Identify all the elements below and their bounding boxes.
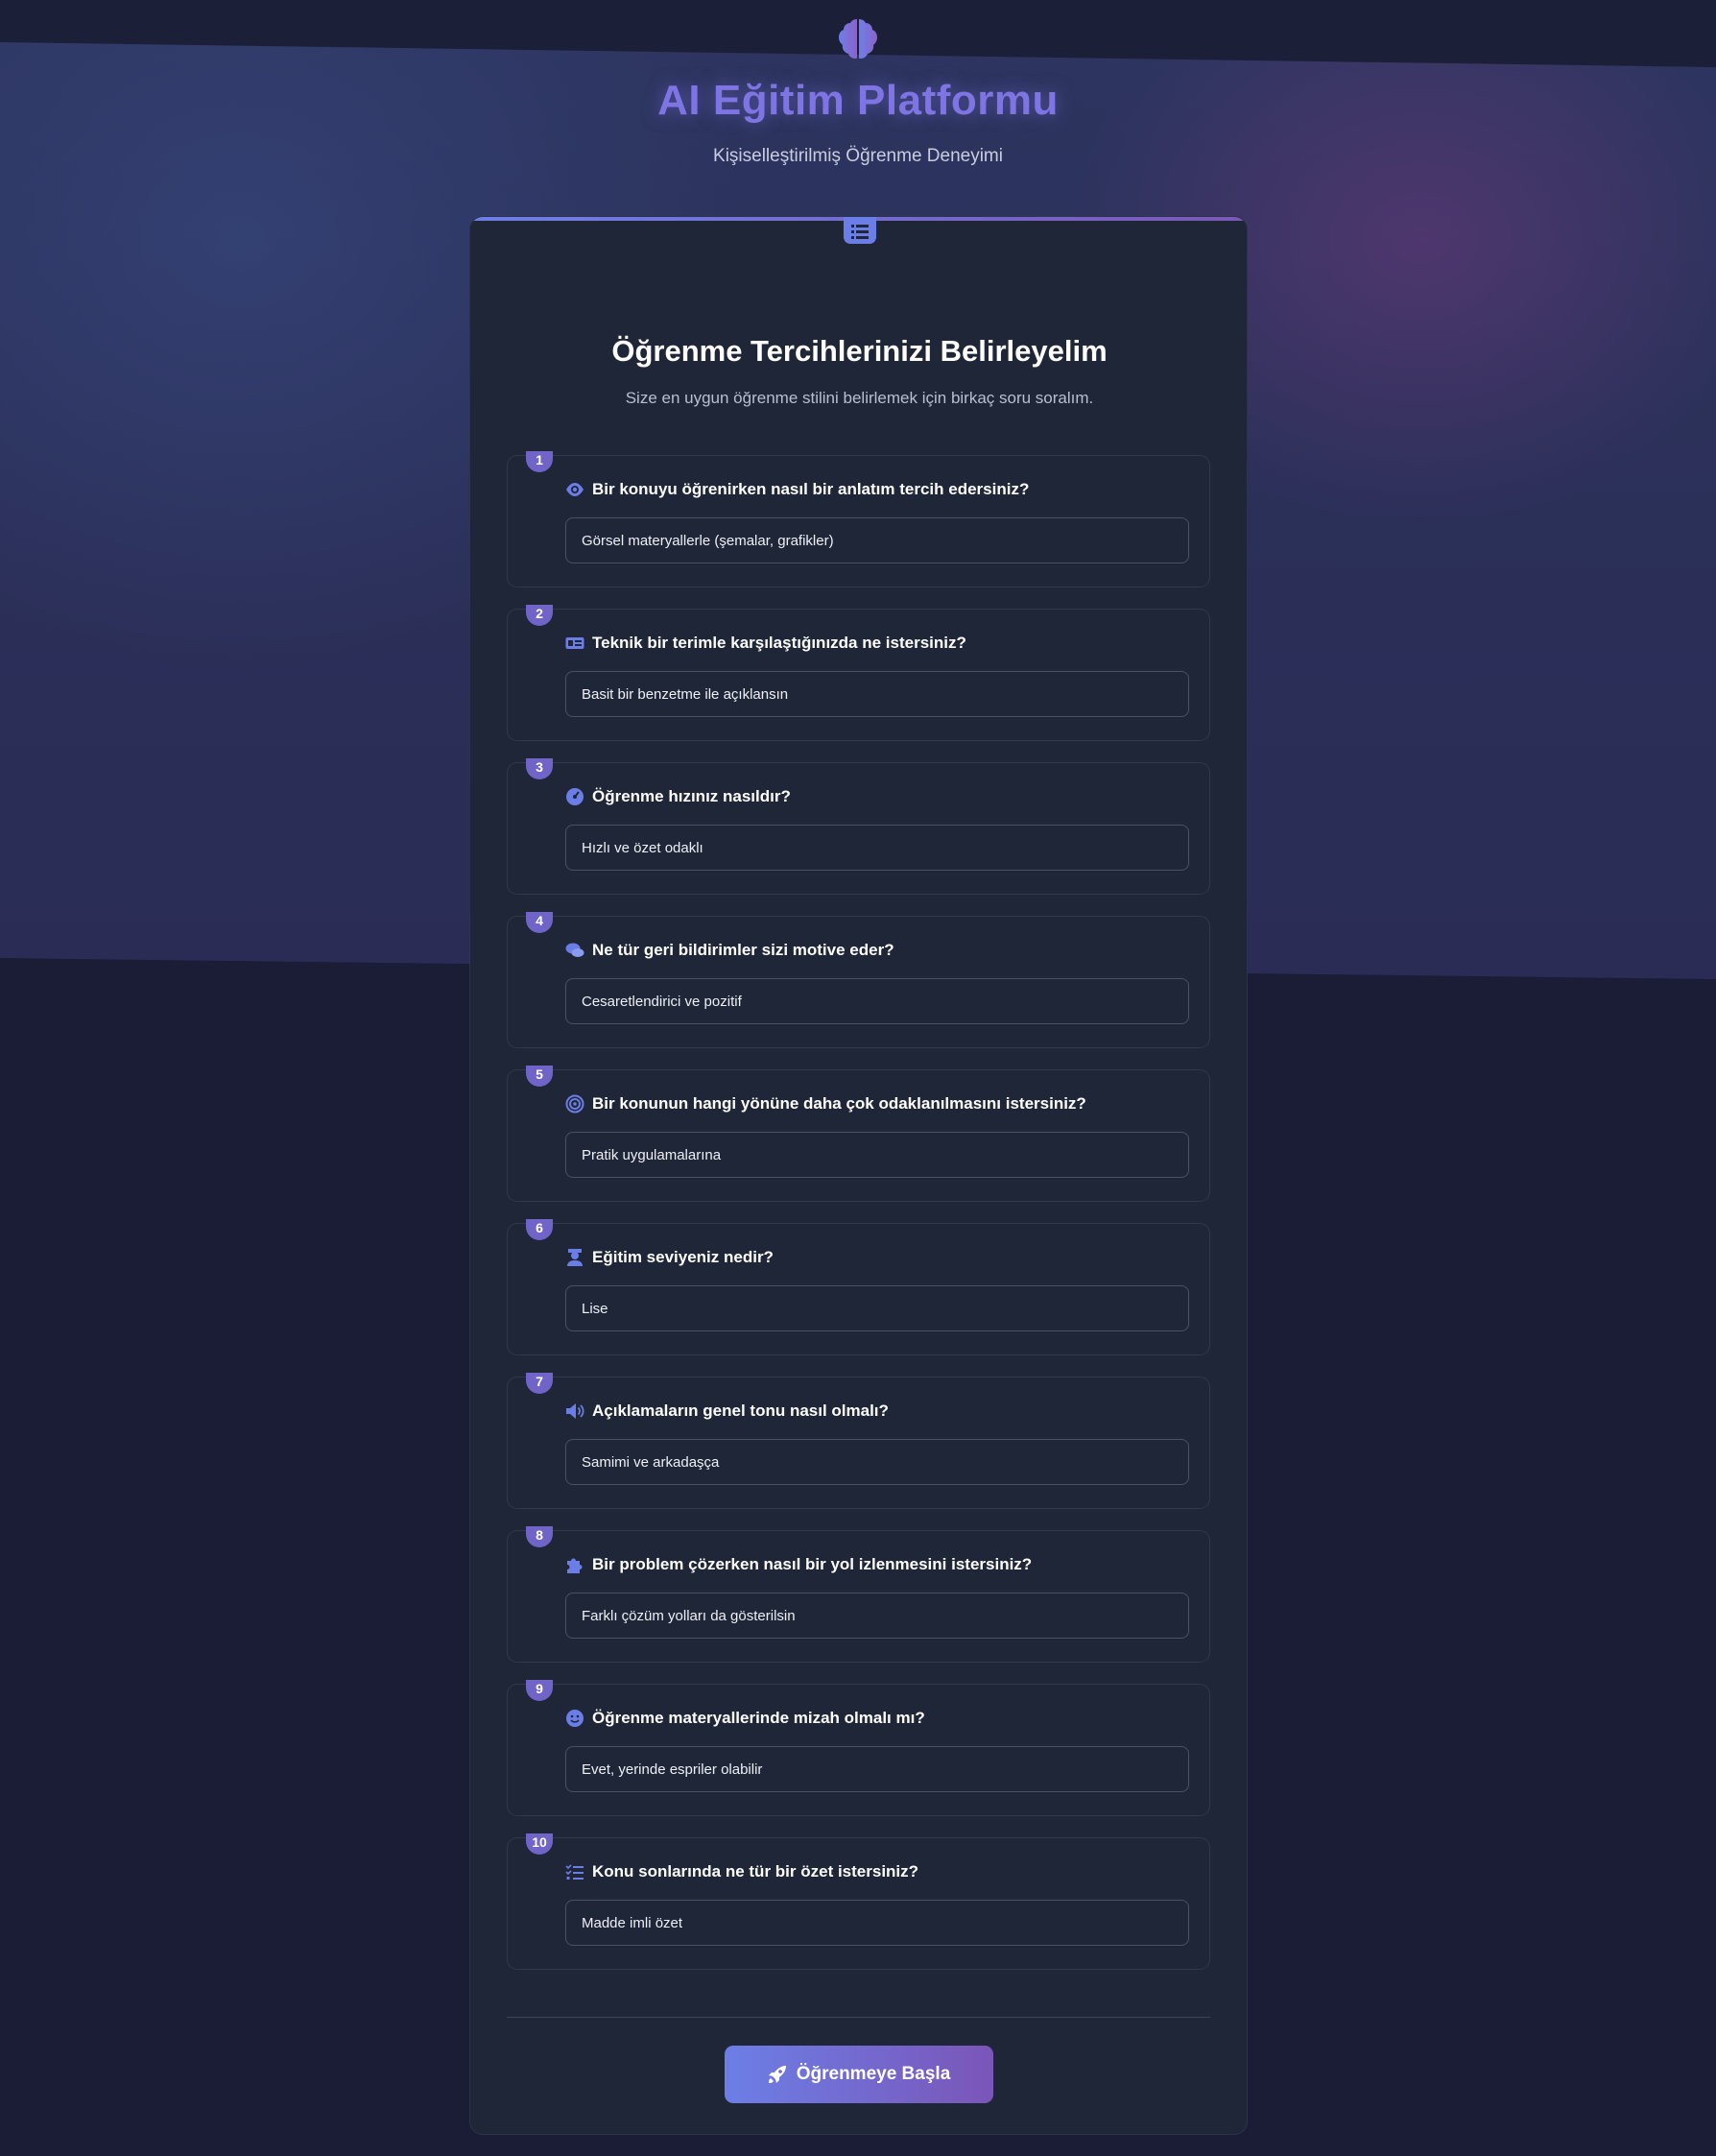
list-icon [844, 217, 876, 244]
start-learning-label: Öğrenmeye Başla [796, 2064, 951, 2084]
checklist-icon [565, 1864, 584, 1880]
question-item: 10 Konu sonlarında ne tür bir özet ister… [507, 1833, 1210, 1970]
graduate-icon [567, 1249, 583, 1266]
answer-field[interactable]: Cesaretlendirici ve pozitif [565, 978, 1189, 1024]
answer-field[interactable]: Samimi ve arkadaşça [565, 1439, 1189, 1485]
answer-field[interactable]: Görsel materyallerle (şemalar, grafikler… [565, 517, 1189, 563]
question-label: Bir konunun hangi yönüne daha çok odakla… [592, 1094, 1086, 1113]
question-item: 5 Bir konunun hangi yönüne daha çok odak… [507, 1066, 1210, 1202]
answer-field[interactable]: Pratik uygulamalarına [565, 1132, 1189, 1178]
question-number-badge: 3 [526, 758, 553, 779]
question-label: Öğrenme hızınız nasıldır? [592, 787, 791, 805]
question-label: Bir problem çözerken nasıl bir yol izlen… [592, 1555, 1033, 1573]
answer-field[interactable]: Basit bir benzetme ile açıklansın [565, 671, 1189, 717]
card-title: Öğrenme Tercihlerinizi Belirleyelim [611, 334, 1108, 368]
id-card-icon [565, 637, 584, 649]
question-item: 4 Ne tür geri bildirimler sizi motive ed… [507, 912, 1210, 1048]
question-label: Eğitim seviyeniz nedir? [592, 1248, 774, 1266]
question-label: Açıklamaların genel tonu nasıl olmalı? [592, 1401, 889, 1420]
answer-field[interactable]: Hızlı ve özet odaklı [565, 825, 1189, 871]
comments-icon [565, 943, 584, 957]
card-description: Size en uygun öğrenme stilini belirlemek… [625, 389, 1094, 407]
question-number-badge: 4 [526, 912, 553, 933]
question-item: 9 Öğrenme materyallerinde mizah olmalı m… [507, 1680, 1210, 1816]
brain-icon [839, 19, 877, 59]
question-label-row: Öğrenme materyallerinde mizah olmalı mı? [565, 1708, 925, 1729]
start-learning-button[interactable]: Öğrenmeye Başla [725, 2046, 993, 2103]
question-item: 1 Bir konuyu öğrenirken nasıl bir anlatı… [507, 451, 1210, 587]
question-item: 8 Bir problem çözerken nasıl bir yol izl… [507, 1526, 1210, 1663]
puzzle-icon [567, 1558, 583, 1573]
question-number-badge: 5 [526, 1066, 553, 1087]
app-title: AI Eğitim Platformu [657, 77, 1059, 124]
question-number-badge: 2 [526, 605, 553, 626]
question-number-badge: 9 [526, 1680, 553, 1701]
question-label: Teknik bir terimle karşılaştığınızda ne … [592, 634, 966, 652]
question-label-row: Konu sonlarında ne tür bir özet istersin… [565, 1861, 918, 1882]
answer-field[interactable]: Farklı çözüm yolları da gösterilsin [565, 1593, 1189, 1639]
question-item: 6 Eğitim seviyeniz nedir? Lise [507, 1219, 1210, 1355]
target-icon [565, 1094, 584, 1114]
question-label-row: Öğrenme hızınız nasıldır? [565, 786, 791, 807]
question-label: Ne tür geri bildirimler sizi motive eder… [592, 941, 894, 959]
question-number-badge: 8 [526, 1526, 553, 1547]
question-label-row: Bir konuyu öğrenirken nasıl bir anlatım … [565, 479, 1029, 500]
question-label-row: Eğitim seviyeniz nedir? [565, 1247, 774, 1268]
rocket-icon [768, 2066, 786, 2083]
question-label-row: Açıklamaların genel tonu nasıl olmalı? [565, 1401, 889, 1422]
app-subtitle: Kişiselleştirilmiş Öğrenme Deneyimi [713, 146, 1003, 166]
answer-field[interactable]: Madde imli özet [565, 1900, 1189, 1946]
question-label-row: Ne tür geri bildirimler sizi motive eder… [565, 940, 894, 961]
question-item: 2 Teknik bir terimle karşılaştığınızda n… [507, 605, 1210, 741]
question-label-row: Teknik bir terimle karşılaştığınızda ne … [565, 633, 966, 654]
question-label-row: Bir konunun hangi yönüne daha çok odakla… [565, 1093, 1086, 1114]
question-number-badge: 7 [526, 1373, 553, 1394]
question-item: 3 Öğrenme hızınız nasıldır? Hızlı ve öze… [507, 758, 1210, 895]
gauge-icon [566, 788, 584, 805]
preferences-card: Öğrenme Tercihlerinizi Belirleyelim Size… [469, 216, 1248, 2135]
question-number-badge: 10 [526, 1833, 553, 1855]
speaker-icon [566, 1403, 584, 1419]
answer-field[interactable]: Evet, yerinde espriler olabilir [565, 1746, 1189, 1792]
question-label: Konu sonlarında ne tür bir özet istersin… [592, 1862, 919, 1881]
answer-field[interactable]: Lise [565, 1285, 1189, 1331]
question-number-badge: 6 [526, 1219, 553, 1240]
question-label: Öğrenme materyallerinde mizah olmalı mı? [592, 1709, 925, 1727]
eye-icon [566, 483, 584, 496]
question-number-badge: 1 [526, 451, 553, 472]
question-item: 7 Açıklamaların genel tonu nasıl olmalı?… [507, 1373, 1210, 1509]
section-divider [507, 2017, 1210, 2018]
smile-icon [566, 1710, 584, 1727]
question-label: Bir konuyu öğrenirken nasıl bir anlatım … [592, 480, 1030, 498]
question-label-row: Bir problem çözerken nasıl bir yol izlen… [565, 1554, 1032, 1575]
